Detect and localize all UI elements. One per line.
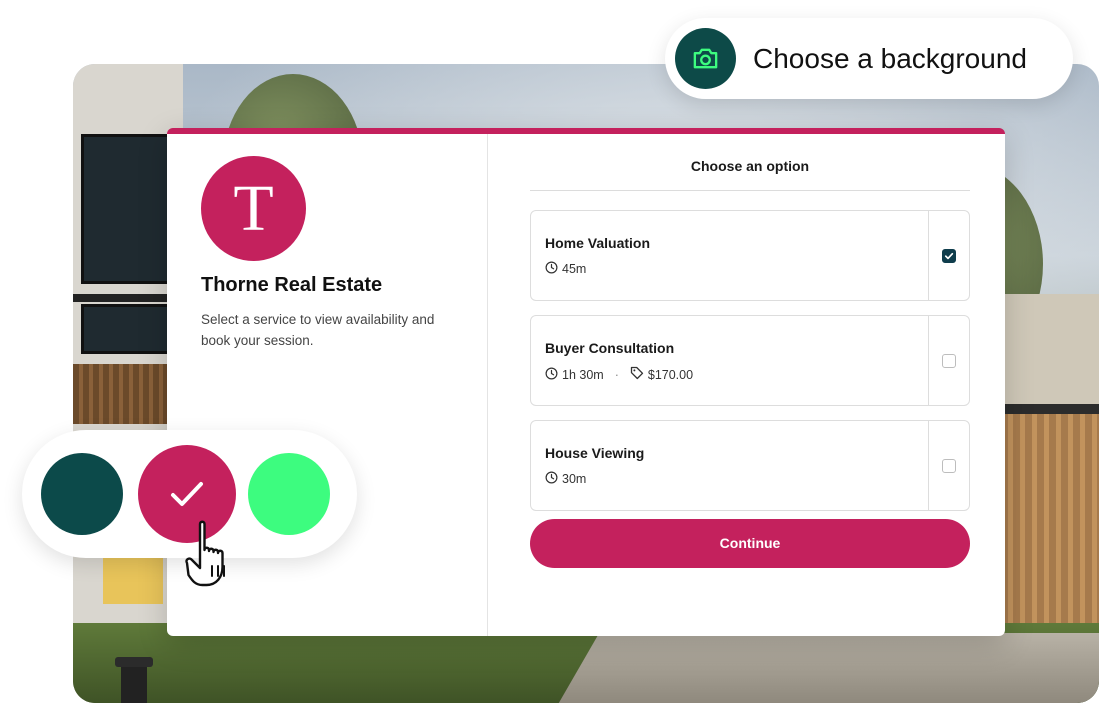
garden-lamp — [115, 657, 153, 703]
choose-background-label: Choose a background — [753, 43, 1027, 74]
clock-icon — [545, 367, 558, 383]
checkbox[interactable] — [942, 354, 956, 368]
camera-icon-circle — [675, 28, 736, 89]
continue-button[interactable]: Continue — [530, 519, 970, 568]
service-name: House Viewing — [545, 445, 645, 461]
checkbox-checked[interactable] — [942, 249, 956, 263]
checkbox-cell[interactable] — [928, 316, 969, 405]
service-house-viewing[interactable]: House Viewing 30m — [530, 420, 970, 511]
meta-separator: · — [614, 367, 619, 382]
check-icon — [944, 252, 954, 260]
service-name: Home Valuation — [545, 235, 651, 251]
service-name: Buyer Consultation — [545, 340, 675, 356]
service-buyer-consultation[interactable]: Buyer Consultation 1h 30m · $170.00 — [530, 315, 970, 406]
options-title: Choose an option — [690, 158, 810, 174]
balcony-rail — [989, 404, 1099, 414]
clock-icon — [545, 471, 558, 487]
price-tag-icon — [630, 366, 644, 383]
service-home-valuation[interactable]: Home Valuation 45m — [530, 210, 970, 301]
service-price: $170.00 — [647, 367, 694, 382]
company-name: Thorne Real Estate — [201, 274, 383, 296]
company-logo: T — [201, 156, 306, 261]
window — [81, 134, 171, 284]
booking-card: T Thorne Real Estate Select a service to… — [167, 128, 1005, 636]
choose-background-button[interactable]: Choose a background — [665, 18, 1073, 99]
checkbox[interactable] — [942, 459, 956, 473]
service-meta: 30m — [545, 471, 586, 487]
service-meta: 1h 30m · $170.00 — [545, 366, 693, 383]
hand-pointer-icon — [185, 520, 225, 587]
options-panel: Choose an option Home Valuation 45m Buye… — [530, 134, 970, 636]
building-right — [989, 294, 1099, 664]
swatch-bright-green[interactable] — [248, 453, 330, 535]
camera-icon — [693, 48, 718, 69]
service-duration: 45m — [562, 262, 587, 276]
wood-cladding — [989, 414, 1099, 654]
divider — [530, 190, 970, 191]
checkbox-cell[interactable] — [928, 211, 969, 300]
service-duration: 30m — [562, 472, 587, 486]
check-icon — [171, 482, 203, 506]
swatch-dark-teal[interactable] — [41, 453, 123, 535]
window — [81, 304, 171, 354]
company-description: Select a service to view availability an… — [201, 312, 435, 348]
service-duration: 1h 30m — [562, 367, 604, 382]
service-meta: 45m — [545, 261, 586, 277]
checkbox-cell[interactable] — [928, 421, 969, 510]
clock-icon — [545, 261, 558, 277]
gravel-path — [558, 633, 1099, 703]
